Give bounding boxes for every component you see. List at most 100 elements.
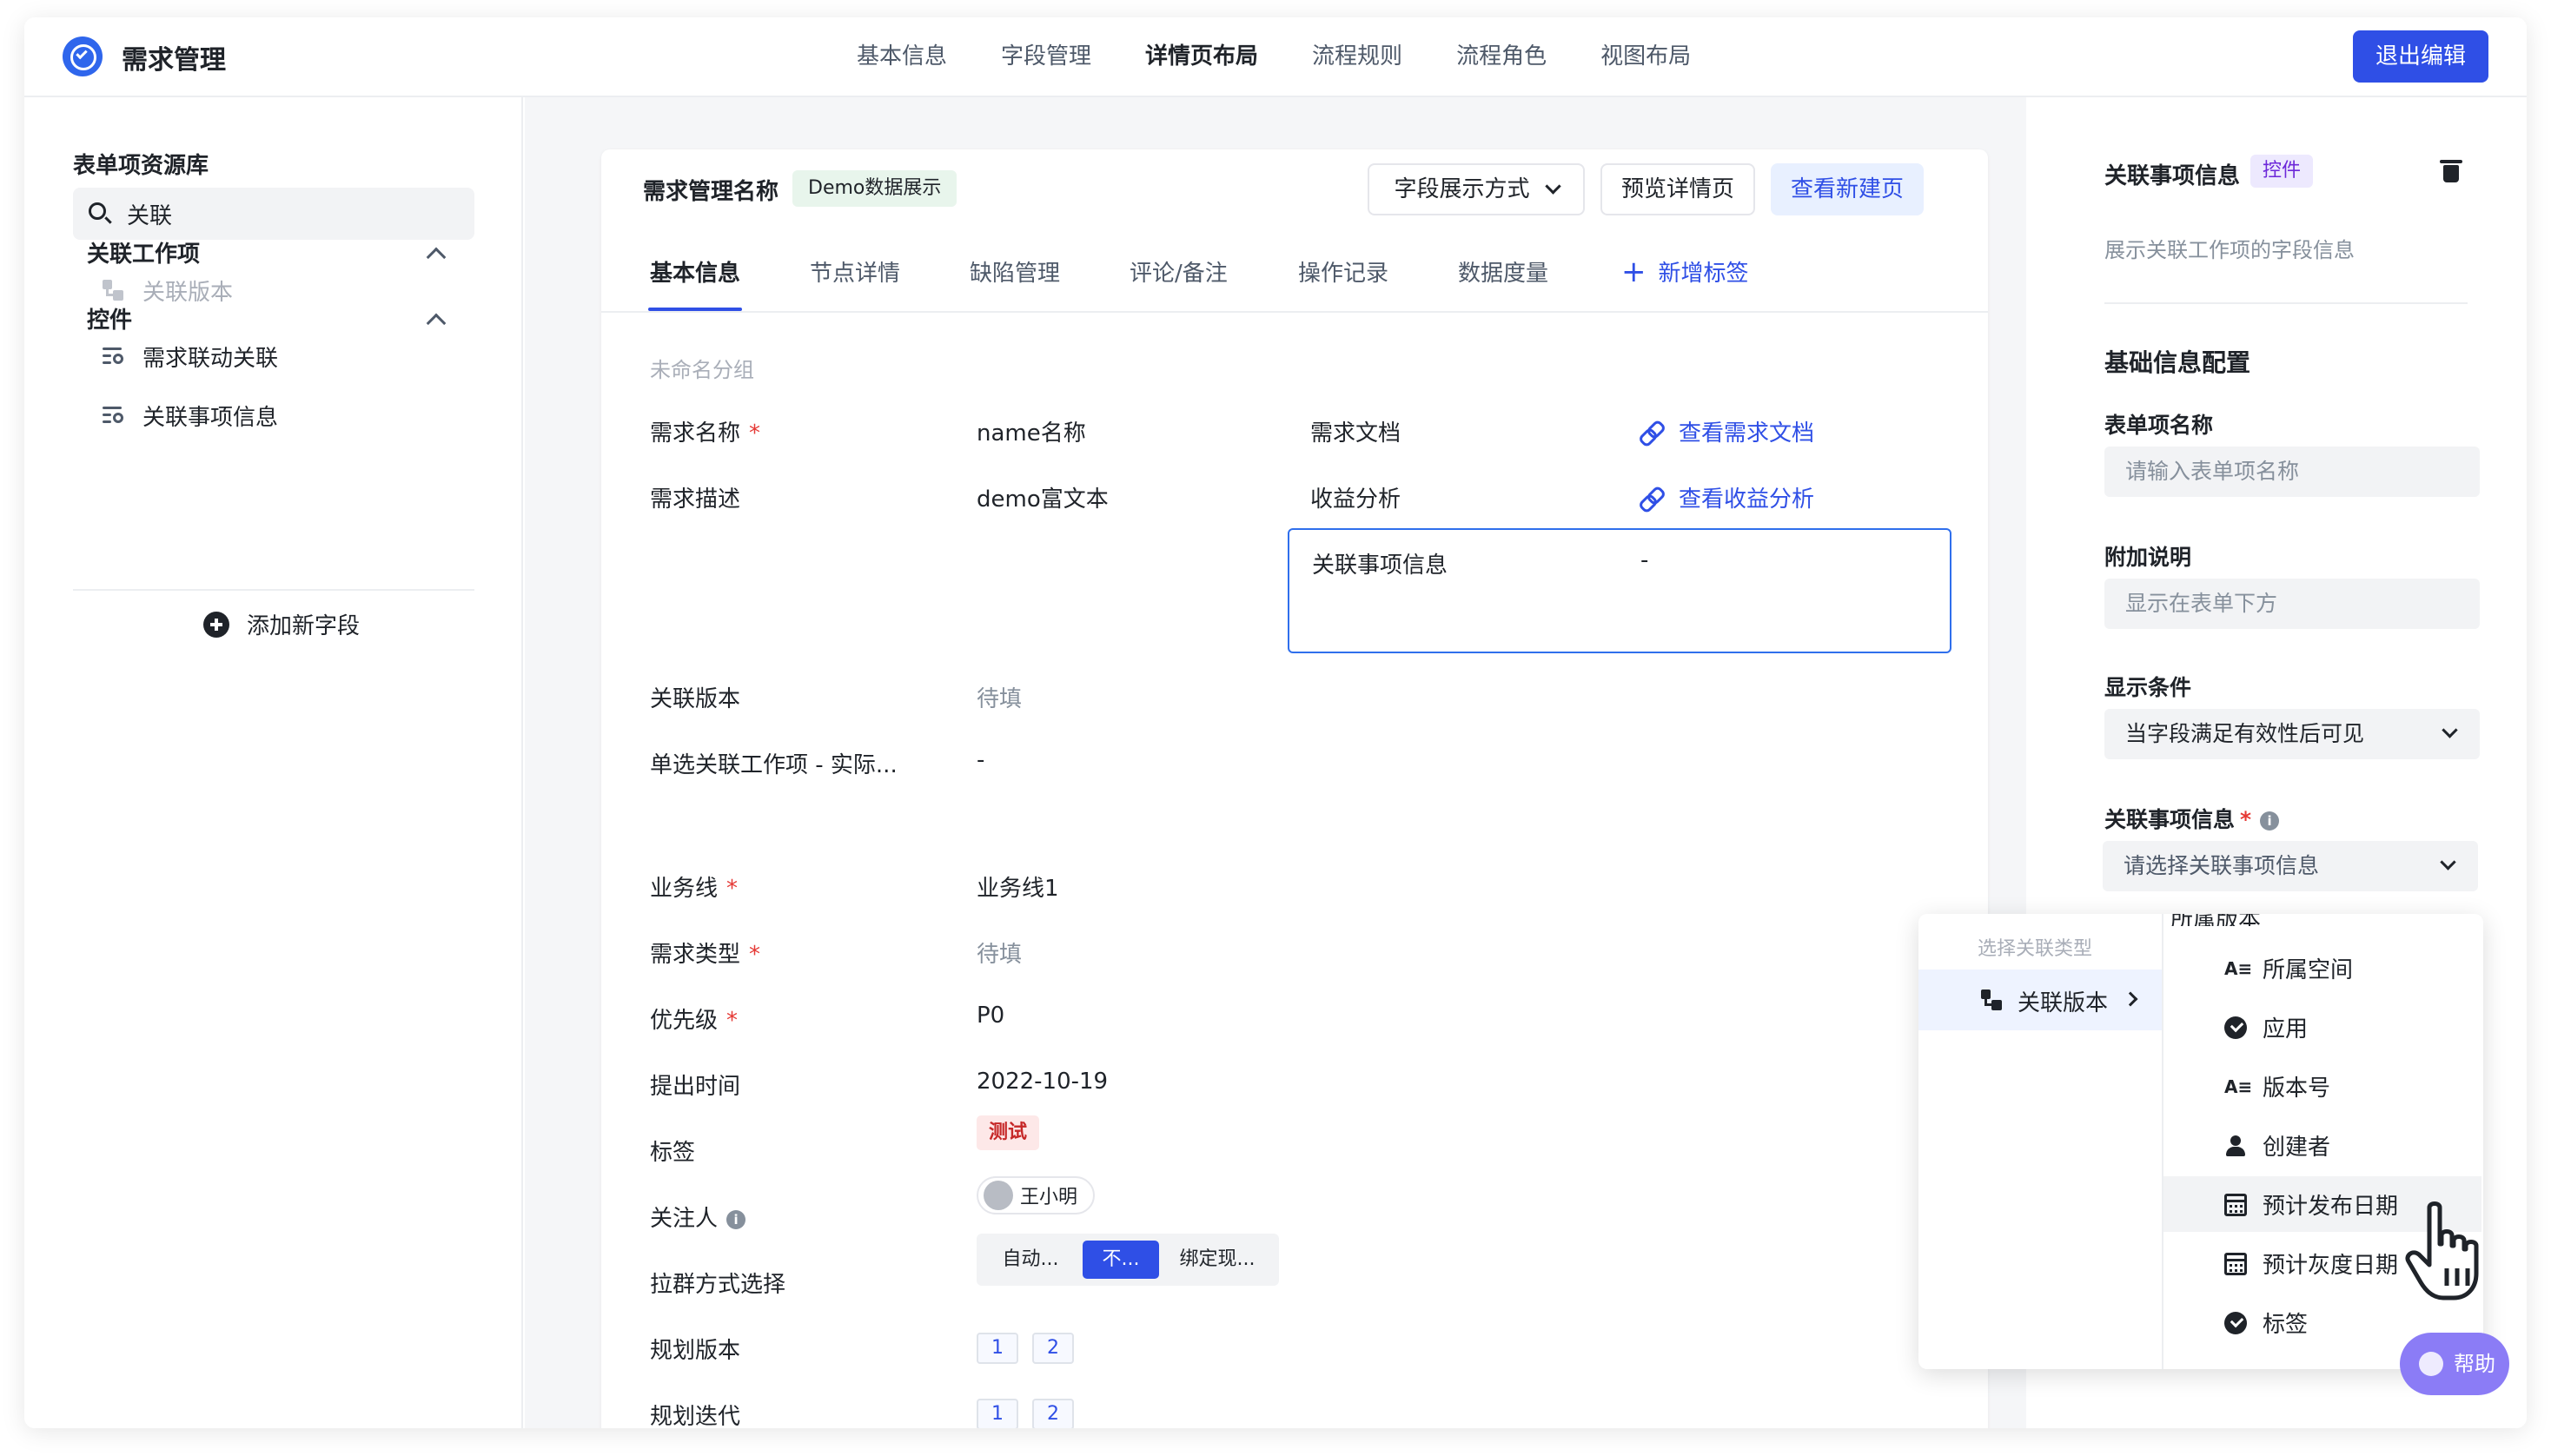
condition-select[interactable]: 当字段满足有效性后可见 <box>2104 709 2480 759</box>
plan-version-tag[interactable]: 2 <box>1032 1333 1074 1364</box>
popover-header: 选择关联类型 <box>1978 938 2093 960</box>
field-value-submit-time[interactable]: 2022-10-19 <box>977 1069 1108 1095</box>
field-label-single-rel: 单选关联工作项 - 实际... <box>650 752 898 778</box>
calendar-icon <box>2224 1253 2247 1275</box>
user-icon <box>2224 1135 2247 1157</box>
add-tab-label: 新增标签 <box>1658 261 1749 287</box>
field-option[interactable]: A≡ 所属空间 <box>2163 940 2481 996</box>
link-icon <box>1639 486 1663 510</box>
field-label-tags: 标签 <box>650 1140 696 1166</box>
view-benefit-link[interactable]: 查看收益分析 <box>1639 481 1814 513</box>
help-button[interactable]: 帮助 <box>2400 1333 2509 1395</box>
related-type-popover: 选择关联类型 关联版本 A≡ 所属空间 应用 A≡ 版本号 创建者 预计发布日期 <box>1918 914 2483 1369</box>
add-field-button[interactable]: 添加新字段 <box>203 608 360 640</box>
field-option[interactable]: 应用 <box>2163 999 2481 1055</box>
related-info-select[interactable]: 请选择关联事项信息 <box>2103 841 2478 891</box>
field-option-label: 版本号 <box>2263 1075 2331 1102</box>
plan-iteration-tag[interactable]: 1 <box>977 1399 1018 1428</box>
form-name-input[interactable]: 请输入表单项名称 <box>2104 447 2480 497</box>
active-tab-indicator <box>648 308 742 311</box>
tab-metrics[interactable]: 数据度量 <box>1458 255 1548 288</box>
field-label-plan-iteration: 规划迭代 <box>650 1404 741 1428</box>
check-circle-icon <box>2224 1016 2247 1039</box>
app-logo-icon <box>63 36 103 76</box>
related-info-label: 关联事项信息 * i <box>2104 803 2280 834</box>
display-mode-label: 字段展示方式 <box>1394 176 1530 202</box>
view-doc-link[interactable]: 查看需求文档 <box>1639 415 1814 447</box>
link-icon <box>1639 420 1663 444</box>
field-option[interactable]: A≡ 版本号 <box>2163 1058 2481 1114</box>
section-title: 基础信息配置 <box>2104 348 2251 377</box>
nav-detail-layout[interactable]: 详情页布局 <box>1145 40 1258 73</box>
preview-detail-button[interactable]: 预览详情页 <box>1600 163 1755 215</box>
segment-option-auto[interactable]: 自动... <box>985 1241 1076 1279</box>
type-option-related-version[interactable]: 关联版本 <box>1918 970 2162 1030</box>
avatar <box>984 1181 1013 1210</box>
field-label-priority: 优先级 * <box>650 1008 739 1034</box>
field-label-plan-version: 规划版本 <box>650 1338 741 1364</box>
field-option-label: 所属空间 <box>2263 957 2354 983</box>
field-value-desc[interactable]: demo富文本 <box>977 481 1109 513</box>
chevron-down-icon <box>2440 854 2456 870</box>
resource-sidebar: 表单项资源库 关联工作项 关联版本 控件 需求联动关联 关联事项信息 添加新字段 <box>24 97 523 1428</box>
segment-option-selected[interactable]: 不... <box>1083 1241 1159 1279</box>
type-column: 选择关联类型 关联版本 <box>1918 914 2163 1369</box>
field-option[interactable]: 创建者 <box>2163 1117 2481 1173</box>
nav-flow-roles[interactable]: 流程角色 <box>1456 40 1547 73</box>
field-value-req-type[interactable]: 待填 <box>977 936 1022 969</box>
group-controls[interactable]: 控件 <box>87 302 132 334</box>
tab-operation-log[interactable]: 操作记录 <box>1298 255 1388 288</box>
top-nav: 基本信息 字段管理 详情页布局 流程规则 流程角色 视图布局 <box>857 40 1745 73</box>
search-icon <box>89 202 106 220</box>
sidebar-item-related-info[interactable]: 关联事项信息 <box>101 398 278 433</box>
collapse-chevron-icon[interactable] <box>426 313 447 334</box>
sidebar-item-label: 关联版本 <box>142 279 234 306</box>
nav-flow-rules[interactable]: 流程规则 <box>1312 40 1402 73</box>
group-related-workitems[interactable]: 关联工作项 <box>87 236 200 268</box>
search-input[interactable] <box>127 188 457 240</box>
field-label-related-info: 关联事项信息 <box>1312 553 1448 579</box>
extra-desc-input[interactable]: 显示在表单下方 <box>2104 579 2480 629</box>
nav-basic-info[interactable]: 基本信息 <box>857 40 947 73</box>
field-value-rel-version[interactable]: 待填 <box>977 681 1022 713</box>
field-label-biz-line: 业务线 * <box>650 876 739 902</box>
tab-comments[interactable]: 评论/备注 <box>1130 255 1228 288</box>
plan-version-tag[interactable]: 1 <box>977 1333 1018 1364</box>
field-label-req-type: 需求类型 * <box>650 942 761 968</box>
chevron-down-icon <box>1544 178 1561 195</box>
tab-basic-info[interactable]: 基本信息 <box>650 255 740 288</box>
field-value-biz-line[interactable]: 业务线1 <box>977 870 1059 903</box>
exit-edit-button[interactable]: 退出编辑 <box>2353 30 2488 83</box>
tab-node-details[interactable]: 节点详情 <box>810 255 900 288</box>
panel-title: 关联事项信息 <box>2104 163 2241 189</box>
layout-canvas: 需求管理名称 Demo数据展示 字段展示方式 预览详情页 查看新建页 基本信息 … <box>525 97 2026 1428</box>
sidebar-item-label: 关联事项信息 <box>142 404 279 431</box>
sidebar-item-req-linkage[interactable]: 需求联动关联 <box>101 339 278 374</box>
panel-description: 展示关联工作项的字段信息 <box>2104 238 2355 262</box>
display-mode-dropdown[interactable]: 字段展示方式 <box>1368 163 1585 215</box>
field-value-single-rel[interactable]: - <box>977 747 984 773</box>
segment-option-bind[interactable]: 绑定现... <box>1166 1241 1269 1279</box>
add-tab-button[interactable]: + 新增标签 <box>1621 255 1749 288</box>
user-chip[interactable]: 王小明 <box>977 1176 1096 1214</box>
field-value-priority[interactable]: P0 <box>977 1003 1004 1029</box>
extra-desc-label: 附加说明 <box>2104 545 2192 570</box>
control-icon <box>101 404 125 427</box>
nav-view-layout[interactable]: 视图布局 <box>1600 40 1691 73</box>
field-value-name[interactable]: name名称 <box>977 415 1086 447</box>
nav-field-management[interactable]: 字段管理 <box>1001 40 1091 73</box>
trash-icon[interactable] <box>2440 158 2464 184</box>
collapse-chevron-icon[interactable] <box>426 247 447 268</box>
info-icon: i <box>726 1210 746 1229</box>
search-box[interactable] <box>73 188 474 240</box>
tab-defects[interactable]: 缺陷管理 <box>970 255 1060 288</box>
plus-circle-icon <box>203 611 229 638</box>
view-new-page-button[interactable]: 查看新建页 <box>1771 163 1924 215</box>
app-window: 需求管理 基本信息 字段管理 详情页布局 流程规则 流程角色 视图布局 退出编辑… <box>24 17 2527 1428</box>
tag-badge[interactable]: 测试 <box>977 1115 1040 1150</box>
related-info-placeholder: 请选择关联事项信息 <box>2124 853 2320 878</box>
type-option-label: 关联版本 <box>2018 990 2109 1016</box>
plan-iteration-tag[interactable]: 2 <box>1032 1399 1074 1428</box>
control-icon <box>101 345 125 367</box>
field-option-label: 预计灰度日期 <box>2263 1253 2399 1279</box>
